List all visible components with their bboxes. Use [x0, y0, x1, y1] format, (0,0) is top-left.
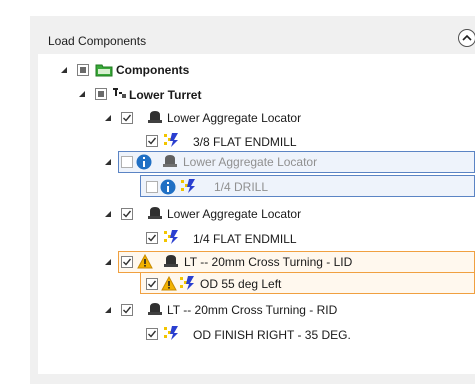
- expanded-arrow-icon[interactable]: [78, 90, 86, 98]
- tool-icon: [180, 276, 194, 290]
- turret-icon: [113, 88, 126, 98]
- checkbox-checked[interactable]: [146, 232, 158, 244]
- tree-item-label: 1/4 FLAT ENDMILL: [193, 232, 297, 246]
- expanded-arrow-icon[interactable]: [104, 258, 112, 266]
- checkbox-checked[interactable]: [121, 304, 133, 316]
- collapse-panel-button[interactable]: [458, 29, 475, 47]
- tree-item-label: Lower Aggregate Locator: [167, 207, 302, 221]
- chevron-up-icon: [462, 34, 472, 41]
- expanded-arrow-icon[interactable]: [60, 66, 68, 74]
- expanded-arrow-icon[interactable]: [104, 306, 112, 314]
- tree-root-label: Components: [116, 63, 190, 77]
- tree-item-label: LT -- 20mm Cross Turning - RID: [167, 303, 338, 317]
- checkbox-unchecked[interactable]: [146, 181, 158, 193]
- expanded-arrow-icon[interactable]: [104, 158, 112, 166]
- turret-label: Lower Turret: [129, 88, 202, 102]
- locator-icon: [163, 155, 177, 167]
- checkbox-checked[interactable]: [121, 256, 133, 268]
- expanded-arrow-icon[interactable]: [104, 210, 112, 218]
- tree-item-label: Lower Aggregate Locator: [167, 111, 302, 125]
- tree-item-label: 3/8 FLAT ENDMILL: [193, 135, 297, 149]
- checkbox-checked[interactable]: [121, 112, 133, 124]
- tool-icon: [164, 230, 178, 244]
- checkbox-checked[interactable]: [146, 328, 158, 340]
- warning-icon: [161, 276, 177, 291]
- info-icon: [160, 179, 176, 195]
- lower-turret-checkbox[interactable]: [95, 88, 107, 100]
- tree-item-label: 1/4 DRILL: [214, 180, 269, 194]
- expanded-arrow-icon[interactable]: [104, 114, 112, 122]
- tree-item-label: Lower Aggregate Locator: [183, 155, 318, 169]
- tree-item-label: OD 55 deg Left: [200, 277, 282, 291]
- folder-icon: [95, 64, 113, 77]
- warning-icon: [137, 254, 153, 269]
- locator-icon: [148, 303, 162, 315]
- locator-icon: [148, 207, 162, 219]
- tree-item-label: OD FINISH RIGHT - 35 DEG.: [193, 328, 351, 342]
- panel-title: Load Components: [48, 34, 147, 48]
- tree-item-label: LT -- 20mm Cross Turning - LID: [184, 255, 353, 269]
- components-checkbox[interactable]: [77, 64, 89, 76]
- locator-icon: [164, 255, 178, 267]
- checkbox-checked[interactable]: [146, 135, 158, 147]
- checkbox-unchecked[interactable]: [121, 156, 133, 168]
- checkbox-checked[interactable]: [121, 208, 133, 220]
- info-icon: [136, 154, 152, 170]
- tool-icon: [181, 179, 195, 193]
- tool-icon: [164, 133, 178, 147]
- checkbox-checked[interactable]: [146, 278, 158, 290]
- tool-icon: [164, 326, 178, 340]
- locator-icon: [148, 111, 162, 123]
